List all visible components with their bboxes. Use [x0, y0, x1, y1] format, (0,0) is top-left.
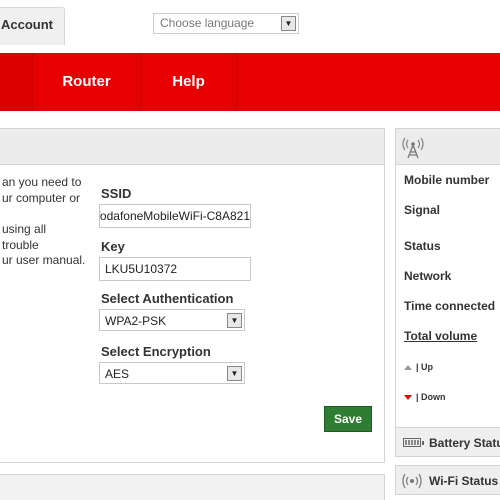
sidebar-header [396, 129, 500, 165]
authentication-select[interactable]: WPA2-PSK ▼ [99, 309, 245, 331]
nav-item-help[interactable]: Help [140, 53, 236, 111]
main-nav: Router Help [0, 53, 500, 111]
save-button[interactable]: Save [324, 406, 372, 432]
intro-line: trouble [2, 237, 39, 252]
language-select-text: Choose language [160, 16, 255, 30]
language-select[interactable]: Choose language ▼ [153, 13, 299, 34]
wifi-status-panel[interactable]: Wi-Fi Status [395, 465, 500, 495]
key-value: LKU5U10372 [105, 262, 178, 276]
panel-header [0, 129, 384, 165]
sidebar-item-network: Network [404, 269, 452, 283]
key-label: Key [101, 239, 125, 254]
ssid-field[interactable]: VodafoneMobileWiFi-C8A821 [99, 204, 251, 228]
chevron-down-icon[interactable]: ▼ [281, 16, 296, 31]
download-label: | Down [416, 392, 446, 402]
intro-line: ur computer or [2, 190, 81, 205]
encryption-label: Select Encryption [101, 344, 211, 359]
battery-status-label: Battery Status [429, 436, 500, 450]
arrow-down-icon [404, 395, 412, 401]
upload-label: | Up [416, 362, 434, 372]
battery-icon [403, 438, 424, 447]
panel-footer [0, 474, 385, 500]
nav-filler [236, 53, 500, 111]
nav-item-router-label: Router [62, 73, 111, 90]
intro-line: an you need to [2, 175, 82, 189]
sidebar-item-signal: Signal [404, 203, 441, 217]
intro-line [2, 206, 88, 222]
intro-line: using all [2, 222, 47, 236]
arrow-up-icon [404, 365, 412, 371]
encryption-select[interactable]: AES ▼ [99, 362, 245, 384]
chevron-down-icon[interactable]: ▼ [227, 313, 242, 328]
authentication-label: Select Authentication [101, 291, 234, 306]
sidebar-item-mobile-number: Mobile number [404, 173, 490, 187]
tab-account-label: Account [1, 17, 53, 32]
battery-status-panel[interactable]: Battery Status [395, 427, 500, 457]
ssid-value: VodafoneMobileWiFi-C8A821 [99, 209, 250, 223]
save-button-label: Save [333, 412, 363, 426]
wifi-icon [402, 473, 422, 489]
antenna-icon [402, 137, 424, 159]
tab-account[interactable]: Account [0, 7, 65, 45]
wifi-status-label: Wi-Fi Status [429, 474, 499, 488]
total-volume-link[interactable]: Total volume [404, 329, 477, 343]
nav-item-previous[interactable] [0, 53, 32, 111]
ssid-label: SSID [101, 186, 132, 201]
nav-item-router[interactable]: Router [32, 53, 140, 111]
sidebar-item-time-connected: Time connected [404, 299, 496, 313]
intro-text: an you need to ur computer or using all … [2, 175, 88, 269]
nav-item-help-label: Help [172, 73, 205, 90]
chevron-down-icon[interactable]: ▼ [227, 366, 242, 381]
authentication-value: WPA2-PSK [105, 314, 167, 328]
sidebar-item-status: Status [404, 239, 441, 253]
encryption-value: AES [105, 367, 130, 381]
key-field[interactable]: LKU5U10372 [99, 257, 251, 281]
top-bar: Account Choose language ▼ [0, 0, 500, 52]
intro-line: ur user manual. [2, 253, 86, 267]
upload-volume: | Up [404, 362, 433, 372]
download-volume: | Down [404, 392, 446, 402]
